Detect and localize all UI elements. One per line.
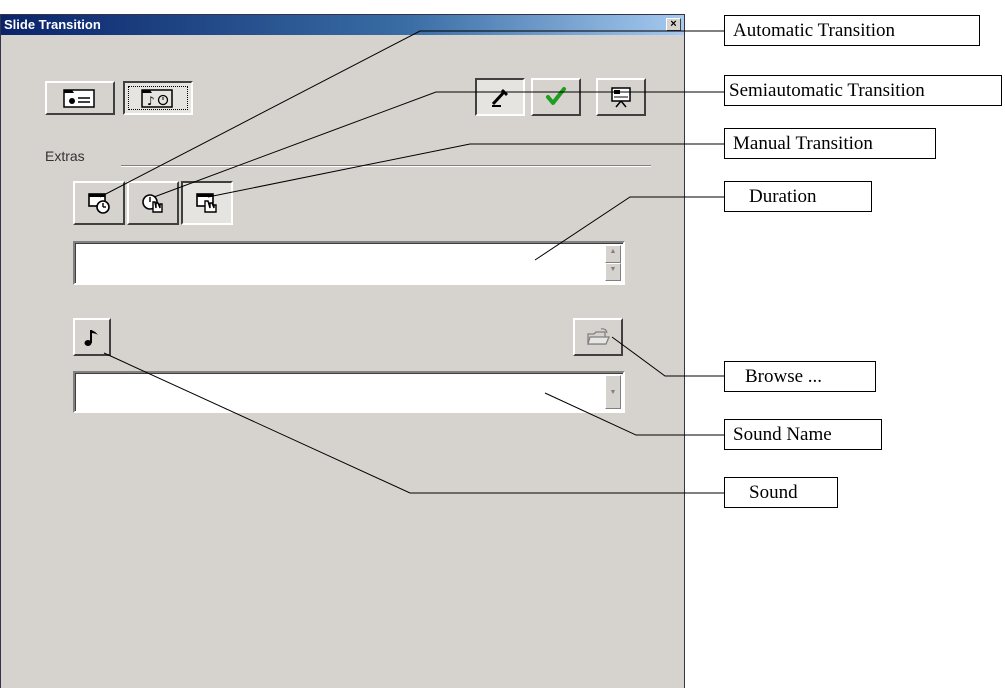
sound-callout: Sound <box>724 477 838 508</box>
automatic-transition-callout: Automatic Transition <box>724 15 980 46</box>
sound-name-leader <box>544 392 724 436</box>
duration-leader <box>534 196 724 261</box>
manual-leader <box>207 143 724 198</box>
sound-leader <box>103 352 724 494</box>
automatic-leader <box>99 30 724 198</box>
browse-leader <box>611 336 724 377</box>
semiautomatic-transition-callout: Semiautomatic Transition <box>724 75 1002 106</box>
browse-callout: Browse ... <box>724 361 876 392</box>
duration-callout: Duration <box>724 181 872 212</box>
sound-name-callout: Sound Name <box>724 419 882 450</box>
manual-transition-callout: Manual Transition <box>724 128 936 159</box>
